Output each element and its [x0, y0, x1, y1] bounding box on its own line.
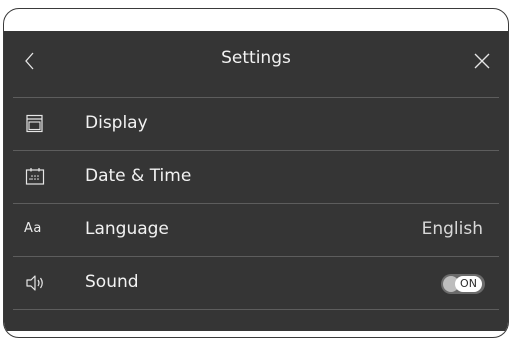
close-icon: [474, 53, 490, 69]
menu-item-label: Display: [85, 113, 148, 133]
menu-item-label: Date & Time: [85, 166, 192, 186]
settings-screen: Settings Display Date & Time Aa Language…: [4, 31, 508, 331]
display-icon: [23, 112, 47, 136]
menu-item-display[interactable]: Display: [13, 98, 499, 151]
menu-item-label: Language: [85, 219, 169, 239]
menu-item-sound[interactable]: Sound ON: [13, 257, 499, 310]
sound-toggle[interactable]: ON: [441, 274, 485, 294]
language-value: English: [421, 219, 483, 239]
menu-item-label: Sound: [85, 272, 139, 292]
page-title: Settings: [221, 48, 291, 68]
menu-item-date-time[interactable]: Date & Time: [13, 151, 499, 204]
language-icon: Aa: [24, 221, 42, 236]
toggle-state-label: ON: [455, 276, 482, 292]
calendar-icon: [23, 165, 47, 189]
settings-header: Settings: [13, 31, 499, 98]
device-frame: Settings Display Date & Time Aa Language…: [3, 8, 509, 338]
speaker-icon: [23, 271, 47, 295]
menu-item-language[interactable]: Aa Language English: [13, 204, 499, 257]
close-button[interactable]: [467, 46, 497, 76]
settings-menu: Display Date & Time Aa Language English …: [13, 98, 499, 310]
